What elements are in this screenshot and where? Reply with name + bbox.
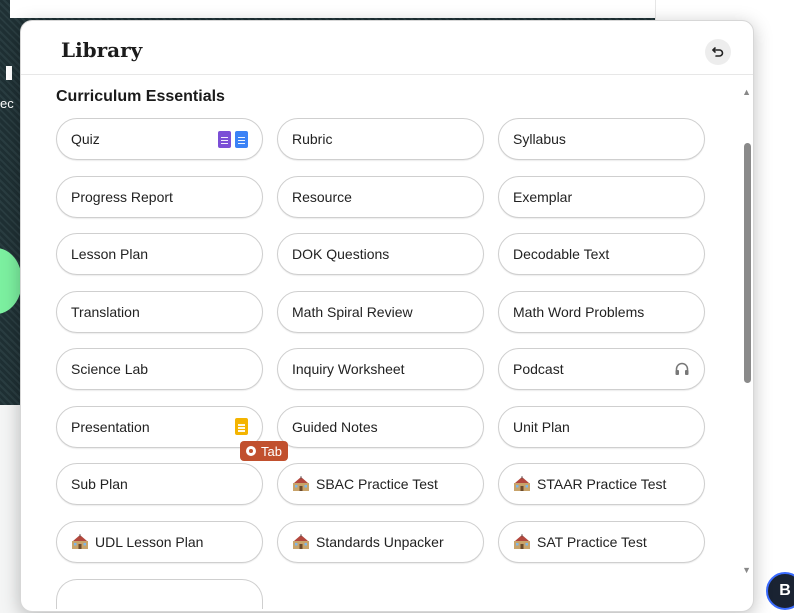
template-item-presentation[interactable]: Presentation [56,405,263,448]
lead-icon-wrap [292,476,310,492]
list-item-partial[interactable] [56,579,263,609]
background-top-strip [10,0,660,18]
template-item-icons [218,130,248,148]
lead-icon-wrap [71,533,89,550]
tab-badge-label: Tab [261,443,282,459]
template-item-label: SBAC Practice Test [316,476,438,492]
template-item-label: Resource [292,188,352,205]
template-item-rubric[interactable]: Rubric [277,118,484,160]
template-grid: Quiz Rubric Syllabus Progress Report Resourc… [56,118,705,563]
school-icon [293,533,309,549]
template-item-dok-questions[interactable]: DOK Questions [277,233,484,275]
lead-icon-wrap [292,533,310,550]
headphones-icon [675,362,689,375]
undo-icon [712,47,724,57]
google-forms-icon [218,130,231,148]
template-item-standards-unpacker[interactable]: Standards Unpacker [277,520,484,563]
school-icon [72,533,88,549]
template-item-label: DOK Questions [292,246,390,262]
template-item-math-spiral-review[interactable]: Math Spiral Review [277,290,484,333]
template-item-unit-plan[interactable]: Unit Plan [498,405,705,448]
template-item-math-word-problems[interactable]: Math Word Problems [498,290,705,333]
template-item-label: Syllabus [513,131,566,147]
undo-button[interactable] [705,39,731,65]
template-item-label: Standards Unpacker [316,533,444,550]
template-item-sub-plan[interactable]: Sub Plan [56,463,263,505]
template-item-label: Decodable Text [513,246,610,262]
lead-icon-wrap [513,476,531,492]
template-item-sat-practice-test[interactable]: SAT Practice Test [498,520,705,563]
scroll-up-arrow[interactable]: ▲ [742,87,751,97]
template-item-exemplar[interactable]: Exemplar [498,175,705,218]
template-item-translation[interactable]: Translation [56,290,263,333]
template-item-label: Quiz [71,131,100,147]
template-item-progress-report[interactable]: Progress Report [56,175,263,218]
google-slides-icon [235,418,248,435]
template-item-resource[interactable]: Resource [277,175,484,218]
template-item-label: STAAR Practice Test [537,476,667,492]
template-item-label: Progress Report [71,188,173,205]
lead-icon-wrap [513,533,531,550]
template-item-icons [674,361,690,377]
school-icon [293,476,309,491]
tab-shortcut-badge: Tab [240,441,288,461]
template-item-label: Translation [71,303,140,320]
tab-badge-icon [246,446,256,456]
template-item-decodable-text[interactable]: Decodable Text [498,233,705,275]
template-item-quiz[interactable]: Quiz [56,118,263,160]
template-item-icons [235,418,248,435]
template-item-lesson-plan[interactable]: Lesson Plan [56,233,263,275]
template-item-label: Rubric [292,131,333,147]
library-panel: Library Curriculum Essentials Quiz Rubric… [20,20,754,612]
template-item-label: Math Word Problems [513,303,645,320]
panel-header: Library [21,21,753,75]
template-item-label: SAT Practice Test [537,533,647,550]
template-item-label: Podcast [513,361,564,377]
template-item-label: Exemplar [513,188,573,205]
template-item-label: Presentation [71,418,150,435]
template-item-label: Science Lab [71,361,149,377]
template-item-label: Sub Plan [71,476,128,492]
template-item-sbac-practice-test[interactable]: SBAC Practice Test [277,463,484,505]
template-item-label: Math Spiral Review [292,303,413,320]
google-docs-icon [235,130,248,148]
template-item-label: Unit Plan [513,418,570,435]
background-side-text: ec [0,96,14,111]
scrollbar-thumb[interactable] [744,143,751,383]
template-item-label: Lesson Plan [71,246,149,262]
panel-title: Library [61,38,143,62]
scroll-down-arrow[interactable]: ▼ [742,565,751,575]
template-item-science-lab[interactable]: Science Lab [56,348,263,390]
template-item-syllabus[interactable]: Syllabus [498,118,705,160]
school-icon [514,533,530,549]
section-title: Curriculum Essentials [56,88,225,105]
template-item-label: Inquiry Worksheet [292,361,405,377]
template-item-label: Guided Notes [292,418,378,435]
template-item-udl-lesson-plan[interactable]: UDL Lesson Plan [56,520,263,563]
template-item-staar-practice-test[interactable]: STAAR Practice Test [498,463,705,505]
template-item-guided-notes[interactable]: Guided Notes [277,405,484,448]
template-item-podcast[interactable]: Podcast [498,348,705,390]
template-item-label: UDL Lesson Plan [95,533,204,550]
school-icon [514,476,530,491]
template-item-inquiry-worksheet[interactable]: Inquiry Worksheet [277,348,484,390]
background-fragment [6,66,12,80]
